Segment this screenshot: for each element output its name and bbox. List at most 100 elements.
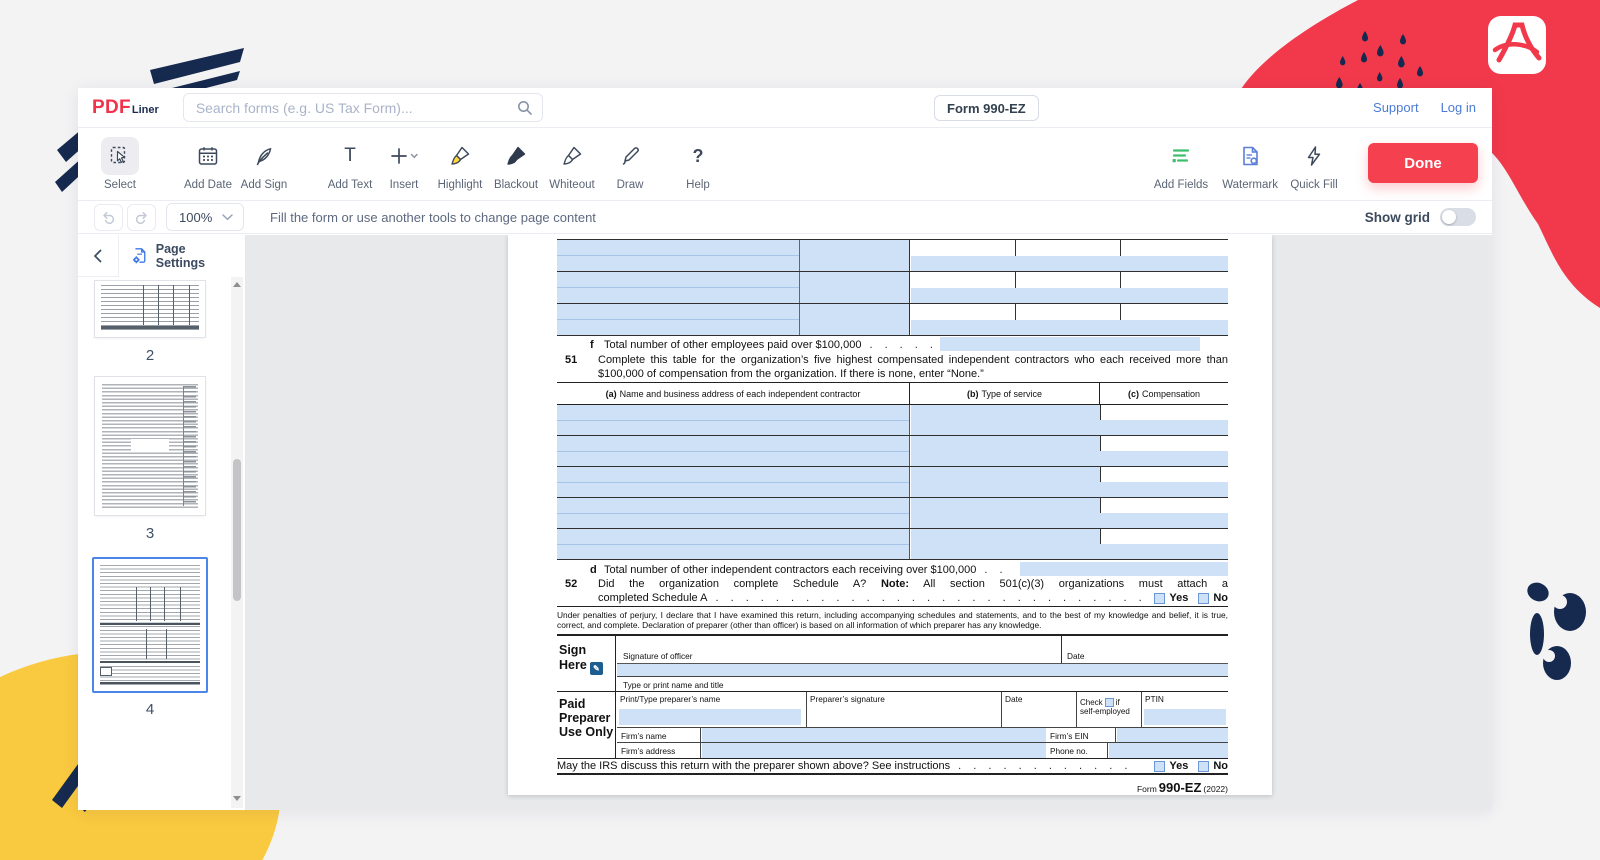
- add-text-button[interactable]: T Add Text: [326, 137, 374, 191]
- form-field-blue[interactable]: [800, 240, 910, 271]
- insert-button[interactable]: Insert: [380, 137, 428, 191]
- pdfliner-logo[interactable]: PDF Liner: [92, 97, 159, 119]
- form-field-blue[interactable]: [702, 728, 1046, 742]
- login-link[interactable]: Log in: [1441, 100, 1476, 115]
- form-field-blue[interactable]: [1117, 728, 1228, 742]
- add-fields-button[interactable]: Add Fields: [1154, 137, 1208, 191]
- text-icon: T: [331, 137, 369, 175]
- page-4-thumbnail-selected[interactable]: [92, 557, 208, 693]
- type-or-print-label: Type or print name and title: [617, 676, 1228, 693]
- form-field-blue[interactable]: [557, 529, 910, 559]
- done-button[interactable]: Done: [1368, 143, 1478, 183]
- page-2-thumbnail[interactable]: [95, 281, 205, 337]
- no-label: No: [1213, 760, 1228, 772]
- form-field-blue[interactable]: [1020, 562, 1228, 576]
- form-field-blue[interactable]: [911, 529, 1100, 559]
- self-employed-checkbox[interactable]: [1105, 698, 1114, 707]
- blackout-button[interactable]: Blackout: [492, 137, 540, 191]
- form-field-blue[interactable]: [911, 320, 1228, 335]
- show-grid-toggle[interactable]: [1440, 208, 1476, 226]
- search-input[interactable]: [183, 93, 543, 122]
- scrollbar-thumb[interactable]: [233, 459, 241, 601]
- thumbnail-scrollbar[interactable]: [231, 277, 243, 808]
- form-field-blue[interactable]: [1100, 544, 1228, 559]
- tool-label: Add Sign: [241, 179, 288, 191]
- signature-cell[interactable]: Signature of officer Date: [617, 636, 1228, 663]
- zoom-level-dropdown[interactable]: 100%: [166, 203, 244, 231]
- yes-checkbox[interactable]: [1154, 593, 1165, 604]
- contractors-table: (a)Name and business address of each ind…: [557, 382, 1228, 560]
- form-field-blue[interactable]: [940, 337, 1200, 351]
- quick-fill-button[interactable]: Quick Fill: [1290, 137, 1338, 191]
- form-field-blue[interactable]: [1100, 482, 1228, 497]
- whiteout-button[interactable]: Whiteout: [548, 137, 596, 191]
- form-field-blue[interactable]: [617, 663, 1228, 676]
- redo-button[interactable]: [127, 204, 156, 231]
- form-field-blue[interactable]: [800, 272, 910, 303]
- form-field-blue[interactable]: [1109, 743, 1228, 758]
- preparer-signature-label: Preparer’s signature: [810, 694, 885, 704]
- add-sign-button[interactable]: Add Sign: [240, 137, 288, 191]
- page-3-thumbnail[interactable]: [95, 377, 205, 515]
- draw-button[interactable]: Draw: [606, 137, 654, 191]
- watermark-button[interactable]: Watermark: [1222, 137, 1278, 191]
- form-field-blue[interactable]: [557, 405, 910, 435]
- ptin-label: PTIN: [1145, 694, 1164, 704]
- scroll-up-icon[interactable]: [233, 282, 241, 287]
- sidebar-header: Page Settings: [78, 235, 245, 277]
- form-field-blue[interactable]: [557, 240, 800, 271]
- form-field-blue[interactable]: [1100, 451, 1228, 466]
- form-field-blue[interactable]: [1100, 420, 1228, 435]
- form-field-blue[interactable]: [911, 256, 1228, 271]
- pages-sidebar: Page Settings 2 3: [78, 235, 246, 810]
- sign-field-icon[interactable]: ✎: [590, 662, 603, 675]
- form-field-blue[interactable]: [702, 743, 1046, 758]
- form-field-blue[interactable]: [557, 467, 910, 497]
- table-cell: [1100, 529, 1228, 544]
- form-field-blue[interactable]: [911, 467, 1100, 497]
- form-field-blue[interactable]: [1100, 513, 1228, 528]
- form-field-blue[interactable]: [557, 436, 910, 466]
- table-cell: [1100, 436, 1228, 451]
- form-field-blue[interactable]: [557, 498, 910, 528]
- select-tool-button[interactable]: Select: [96, 137, 144, 191]
- yes-checkbox[interactable]: [1154, 761, 1165, 772]
- scroll-down-icon[interactable]: [233, 796, 241, 801]
- item-51: 51 Complete this table for the organizat…: [557, 354, 1228, 381]
- column-header-c: (c)Compensation: [1100, 383, 1228, 404]
- paintbrush-icon: [611, 137, 649, 175]
- calendar-icon: [189, 137, 227, 175]
- sign-here-label: Sign Here✎: [557, 636, 616, 691]
- form-field-blue[interactable]: [1144, 709, 1226, 725]
- tool-label: Quick Fill: [1290, 179, 1337, 191]
- highlight-button[interactable]: Highlight: [436, 137, 484, 191]
- form-field-blue[interactable]: [800, 304, 910, 335]
- undo-button[interactable]: [94, 204, 123, 231]
- irs-discuss-line: May the IRS discuss this return with the…: [557, 759, 1228, 775]
- preparer-date-cell[interactable]: Date: [1002, 692, 1077, 727]
- yes-label: Yes: [1169, 592, 1188, 606]
- collapse-sidebar-chevron-icon[interactable]: [93, 249, 102, 263]
- form-field-blue[interactable]: [557, 304, 800, 335]
- form-field-blue[interactable]: [911, 405, 1100, 435]
- no-checkbox[interactable]: [1198, 593, 1209, 604]
- search-icon[interactable]: [517, 100, 533, 121]
- no-checkbox[interactable]: [1198, 761, 1209, 772]
- form-field-blue[interactable]: [911, 288, 1228, 303]
- divider: [557, 606, 1228, 607]
- paid-preparer-fields: Print/Type preparer’s name Preparer’s si…: [617, 692, 1228, 758]
- firms-address-label: Firm’s address: [617, 743, 701, 758]
- form-field-blue[interactable]: [557, 272, 800, 303]
- help-button[interactable]: ? Help: [674, 137, 722, 191]
- add-date-button[interactable]: Add Date: [184, 137, 232, 191]
- lightning-icon: [1295, 137, 1333, 175]
- preparer-signature-cell[interactable]: Preparer’s signature: [807, 692, 1002, 727]
- form-field-blue[interactable]: [911, 436, 1100, 466]
- tool-label: Watermark: [1222, 179, 1278, 191]
- page-settings-tab[interactable]: Page Settings: [118, 235, 245, 277]
- watermark-document-icon: [1231, 137, 1269, 175]
- form-field-blue[interactable]: [619, 709, 801, 725]
- support-link[interactable]: Support: [1373, 100, 1419, 115]
- ptin-cell: PTIN: [1142, 692, 1228, 727]
- form-field-blue[interactable]: [911, 498, 1100, 528]
